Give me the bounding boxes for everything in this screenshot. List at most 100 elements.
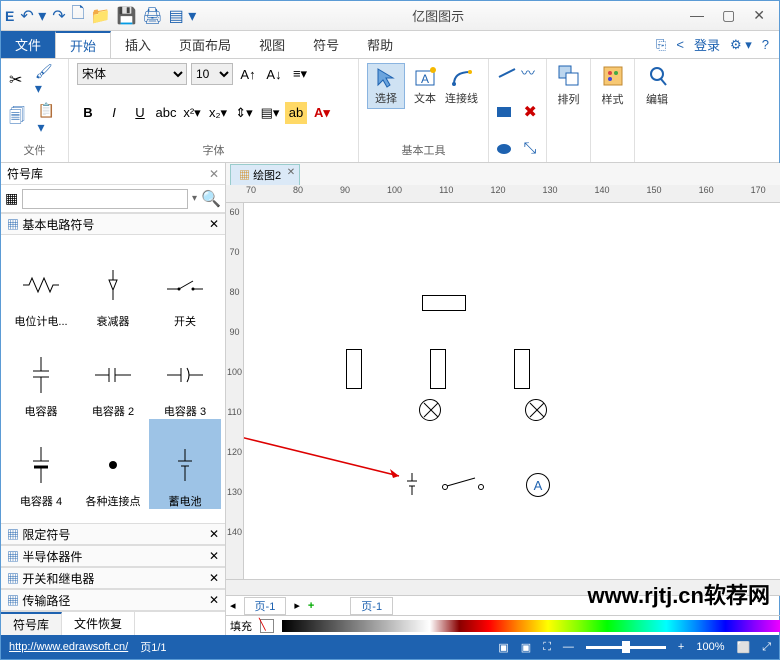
tab-view[interactable]: 视图: [245, 31, 299, 58]
highlight-icon[interactable]: ab: [285, 102, 307, 124]
copy-icon[interactable]: 🗐: [9, 105, 25, 132]
dropdown-icon[interactable]: ▾: [192, 193, 197, 204]
close-button[interactable]: ✕: [753, 7, 765, 24]
expand-icon[interactable]: ⤢: [762, 641, 771, 654]
close-icon[interactable]: ✕: [209, 527, 219, 541]
shape-lamp[interactable]: [525, 399, 547, 421]
shape-switch[interactable]: [439, 475, 489, 493]
select-tool[interactable]: 选择: [367, 63, 405, 109]
increase-font-icon[interactable]: A↑: [237, 63, 259, 85]
open-icon[interactable]: 📁: [91, 6, 111, 26]
italic-button[interactable]: I: [103, 102, 125, 124]
close-icon[interactable]: ✕: [209, 549, 219, 563]
tab-start[interactable]: 开始: [55, 31, 111, 58]
delete-icon[interactable]: ✖: [523, 102, 536, 122]
symbol-capacitor[interactable]: 电容器: [5, 329, 77, 419]
shape-rect[interactable]: [514, 349, 530, 389]
tab-file[interactable]: 文件: [1, 31, 55, 58]
symbol-capacitor-3[interactable]: 电容器 3: [149, 329, 221, 419]
drawing-canvas[interactable]: A: [244, 203, 780, 579]
bold-button[interactable]: B: [77, 102, 99, 124]
tab-insert[interactable]: 插入: [111, 31, 165, 58]
symbol-battery[interactable]: 蓄电池: [149, 419, 221, 509]
page-next-icon[interactable]: ▸: [294, 599, 300, 612]
login-link[interactable]: 登录: [694, 35, 720, 54]
symbol-junction[interactable]: 各种连接点: [77, 419, 149, 509]
connector-tool[interactable]: 连接线: [445, 66, 478, 106]
category-transmission[interactable]: ▦ 传输路径✕: [1, 589, 225, 611]
undo-icon[interactable]: ↶ ▾: [20, 6, 46, 26]
close-icon[interactable]: ✕: [209, 217, 219, 231]
symbol-switch[interactable]: 开关: [149, 239, 221, 329]
line-icon[interactable]: [497, 67, 517, 79]
line-spacing-icon[interactable]: ⇕▾: [233, 102, 255, 124]
page-tab-2[interactable]: 页-1: [350, 597, 393, 615]
superscript-button[interactable]: x²▾: [181, 102, 203, 124]
bottom-tab-recover[interactable]: 文件恢复: [62, 612, 135, 635]
new-icon[interactable]: 🗋: [72, 2, 85, 29]
font-size-select[interactable]: 10: [191, 63, 233, 85]
nofill-icon[interactable]: ╲: [260, 619, 274, 633]
color-palette[interactable]: [282, 620, 780, 632]
view-mode-2-icon[interactable]: ▣: [521, 641, 531, 654]
export-icon[interactable]: ⎘: [656, 37, 666, 53]
tab-layout[interactable]: 页面布局: [165, 31, 245, 58]
minimize-button[interactable]: —: [690, 7, 704, 24]
shape-rect[interactable]: [430, 349, 446, 389]
shape-rect[interactable]: [346, 349, 362, 389]
help-icon[interactable]: ?: [762, 37, 769, 52]
page-tab[interactable]: 页-1: [244, 597, 287, 615]
symbol-attenuator[interactable]: 衰减器: [77, 239, 149, 329]
shape-lamp[interactable]: [419, 399, 441, 421]
font-color-icon[interactable]: A▾: [311, 102, 333, 124]
strike-button[interactable]: abc: [155, 102, 177, 124]
print-icon[interactable]: 🖨: [142, 6, 162, 26]
rect-shape-icon[interactable]: [497, 107, 511, 117]
save-icon[interactable]: 💾: [116, 6, 136, 26]
category-semiconductor[interactable]: ▦ 半导体器件✕: [1, 545, 225, 567]
close-icon[interactable]: ✕: [209, 593, 219, 607]
page-prev-icon[interactable]: ◂: [230, 599, 236, 612]
view-mode-1-icon[interactable]: ▣: [498, 641, 508, 654]
close-tab-icon[interactable]: ✕: [287, 167, 295, 178]
crop-icon[interactable]: ⤡: [523, 140, 536, 158]
close-icon[interactable]: ✕: [209, 571, 219, 585]
status-url[interactable]: http://www.edrawsoft.cn/: [9, 641, 128, 653]
text-tool[interactable]: A 文本: [413, 66, 437, 106]
style-icon[interactable]: [600, 63, 626, 89]
cut-icon[interactable]: ✂: [9, 70, 22, 90]
category-switch-relay[interactable]: ▦ 开关和继电器✕: [1, 567, 225, 589]
close-panel-icon[interactable]: ✕: [209, 167, 219, 181]
bullet-icon[interactable]: ▤▾: [259, 102, 281, 124]
paste-icon[interactable]: 📋 ▾: [37, 102, 60, 136]
export-icon[interactable]: ▤ ▾: [169, 6, 197, 26]
font-name-select[interactable]: 宋体: [77, 63, 187, 85]
symbol-extra-2[interactable]: [77, 509, 149, 523]
palette-icon[interactable]: ▦: [5, 190, 18, 207]
decrease-font-icon[interactable]: A↓: [263, 63, 285, 85]
underline-button[interactable]: U: [129, 102, 151, 124]
format-painter-icon[interactable]: 🖌 ▾: [35, 63, 60, 97]
share-icon[interactable]: <: [676, 37, 684, 52]
symbol-capacitor-4[interactable]: 电容器 4: [5, 419, 77, 509]
subscript-button[interactable]: x₂▾: [207, 102, 229, 124]
symbol-capacitor-2[interactable]: 电容器 2: [77, 329, 149, 419]
fit-icon[interactable]: ⬜: [736, 641, 750, 654]
add-page-icon[interactable]: +: [308, 600, 314, 612]
zoom-slider[interactable]: [586, 646, 666, 649]
bottom-tab-library[interactable]: 符号库: [1, 612, 62, 635]
redo-icon[interactable]: ↷: [52, 6, 65, 26]
align-icon[interactable]: ≡▾: [289, 63, 311, 85]
symbol-potentiometer[interactable]: 电位计电...: [5, 239, 77, 329]
symbol-extra-1[interactable]: [5, 509, 77, 523]
arrange-icon[interactable]: [556, 63, 582, 89]
zoom-in-icon[interactable]: +: [678, 641, 684, 653]
category-basic-circuit[interactable]: ▦ 基本电路符号 ✕: [1, 213, 225, 235]
ellipse-shape-icon[interactable]: [497, 144, 511, 154]
category-limit[interactable]: ▦ 限定符号✕: [1, 523, 225, 545]
curve-icon[interactable]: 〰: [521, 63, 535, 83]
search-input[interactable]: [22, 189, 188, 209]
zoom-out-icon[interactable]: —: [563, 641, 574, 653]
search-icon[interactable]: 🔍: [201, 189, 221, 209]
settings-icon[interactable]: ⚙ ▾: [730, 37, 752, 53]
